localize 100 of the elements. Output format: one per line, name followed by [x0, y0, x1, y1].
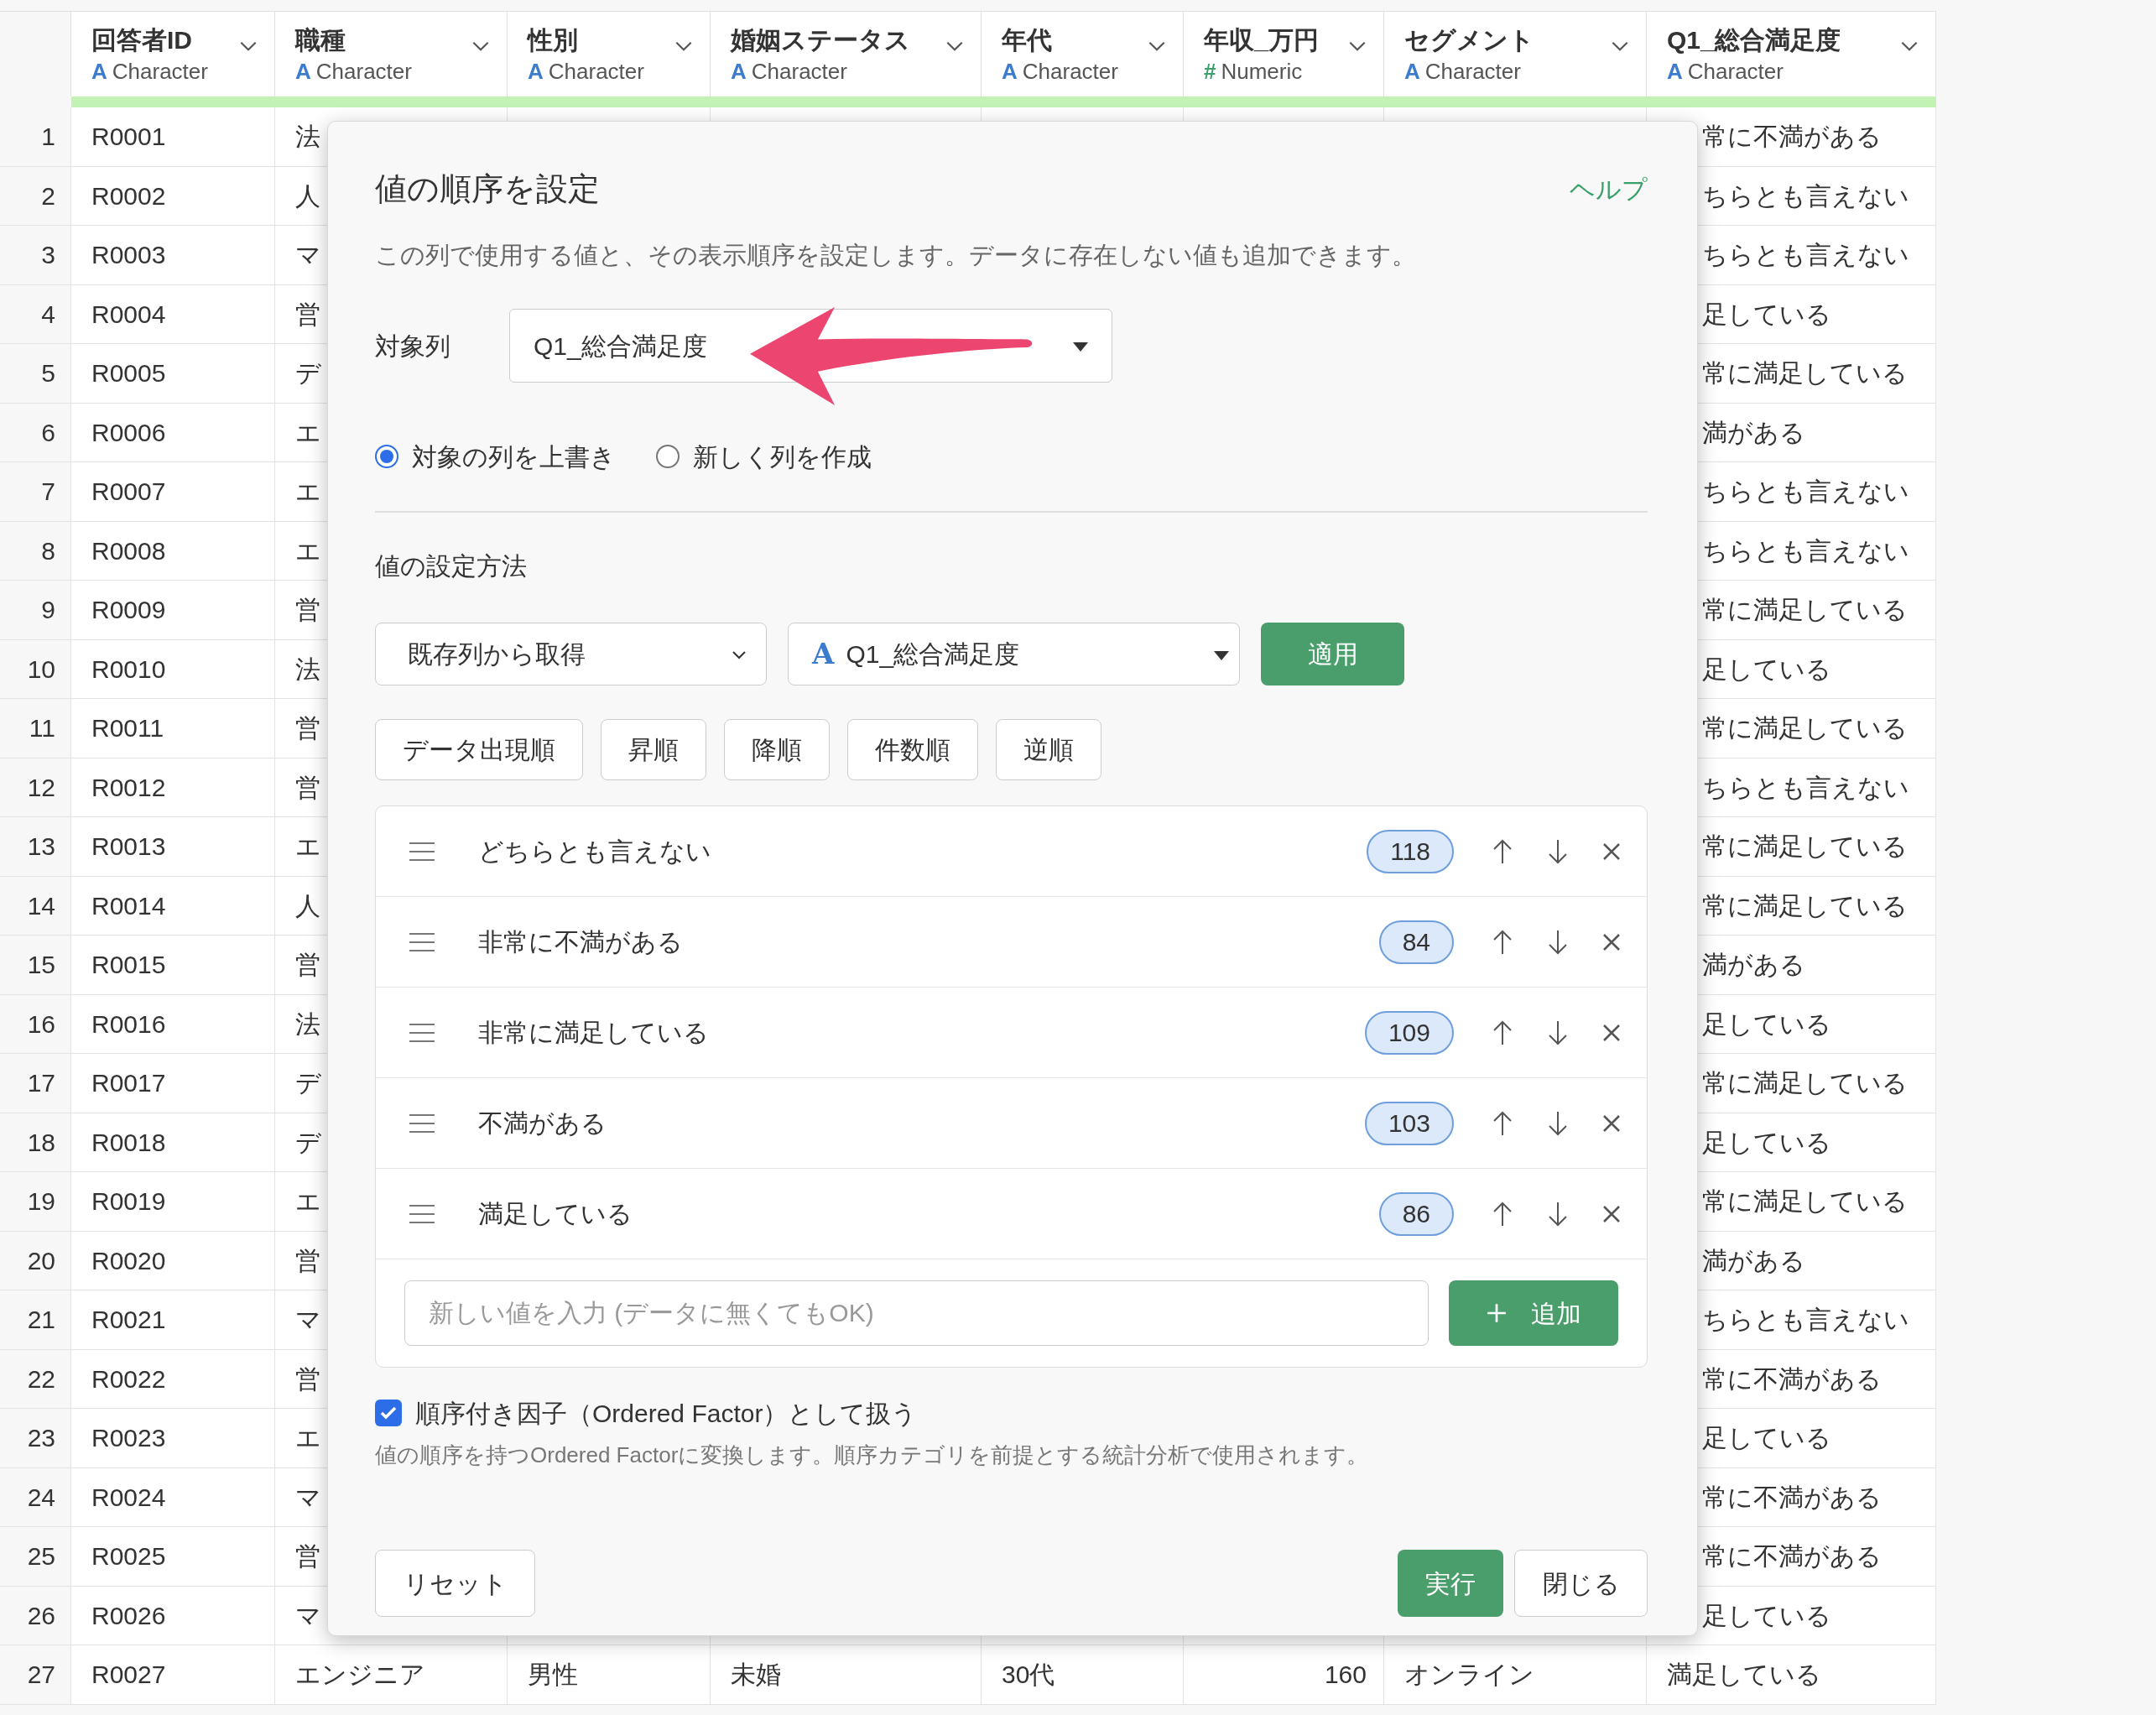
radio-option[interactable]: 新しく列を作成	[656, 437, 872, 476]
table-cell-text: 常に不満がある	[1702, 122, 1882, 153]
table-cell-text: R0019	[91, 1186, 166, 1217]
row-number: 11	[0, 699, 71, 758]
drag-handle-icon[interactable]	[409, 1203, 435, 1224]
column-header[interactable]: 年収_万円 # Numeric	[1184, 12, 1384, 96]
sort-button[interactable]: データ出現順	[375, 719, 583, 780]
table-cell-text: R0005	[91, 358, 166, 389]
row-number: 3	[0, 226, 71, 284]
drag-handle-icon[interactable]	[409, 931, 435, 952]
column-type: Character	[1687, 58, 1784, 86]
table-cell-text: ちらとも言えない	[1702, 772, 1909, 803]
value-row[interactable]: 満足している 86	[376, 1169, 1647, 1259]
table-cell-text: ちらとも言えない	[1702, 477, 1909, 508]
sort-button[interactable]: 逆順	[996, 719, 1101, 780]
column-header[interactable]: 年代 A Character	[982, 12, 1184, 96]
value-row[interactable]: 不満がある 103	[376, 1078, 1647, 1169]
row-number: 1	[0, 107, 71, 166]
value-row[interactable]: 非常に不満がある 84	[376, 897, 1647, 988]
value-label: 非常に満足している	[478, 1018, 710, 1048]
radio-option[interactable]: 対象の列を上書き	[375, 437, 616, 476]
arrow-down-icon[interactable]	[1548, 1110, 1568, 1136]
table-cell-text: 営	[295, 595, 320, 626]
row-number: 7	[0, 462, 71, 521]
table-cell-text: ちらとも言えない	[1702, 180, 1909, 211]
drag-handle-icon[interactable]	[409, 841, 435, 862]
column-header[interactable]: 回答者ID A Character	[71, 12, 275, 96]
row-number: 2	[0, 166, 71, 225]
checkbox[interactable]	[375, 1400, 402, 1426]
type-icon: A	[731, 57, 747, 86]
row-number: 21	[0, 1290, 71, 1349]
new-value-field[interactable]: 新しい値を入力 (データに無くてもOK)	[404, 1280, 1430, 1346]
table-cell-text: R0025	[91, 1541, 166, 1572]
close-icon[interactable]	[1601, 1022, 1622, 1043]
type-icon: A	[1667, 57, 1683, 86]
drag-handle-icon[interactable]	[409, 1113, 435, 1134]
sort-button[interactable]: 件数順	[847, 719, 978, 780]
table-cell-text: マ	[295, 1305, 321, 1336]
table-cell-text: R0009	[91, 595, 166, 626]
table-cell-text: 常に満足している	[1702, 831, 1908, 863]
close-icon[interactable]	[1601, 1113, 1622, 1134]
target-column-label: 対象列	[375, 331, 451, 362]
count-badge: 118	[1367, 829, 1454, 873]
table-cell-text: 営	[295, 1541, 320, 1572]
table-cell-text: デ	[295, 1068, 321, 1099]
radio-button[interactable]	[656, 445, 680, 468]
row-number: 10	[0, 639, 71, 698]
arrow-up-icon[interactable]	[1492, 1110, 1513, 1136]
column-header[interactable]: Q1_総合満足度 A Character	[1647, 12, 1936, 96]
column-name: 年収_万円	[1204, 25, 1319, 55]
table-cell-text: 常に不満がある	[1702, 1363, 1882, 1394]
table-cell-text: R0007	[91, 477, 166, 508]
table-cell-text: エ	[295, 1423, 321, 1454]
arrow-up-icon[interactable]	[1492, 1201, 1513, 1227]
close-icon[interactable]	[1601, 1203, 1622, 1224]
table-cell-text: 人	[295, 890, 320, 921]
column-header[interactable]: セグメント A Character	[1384, 12, 1647, 96]
type-icon: #	[1204, 57, 1216, 86]
source-column-select[interactable]: A Q1_総合満足度	[788, 623, 1240, 685]
table-cell-text: エ	[295, 831, 321, 863]
row-number: 6	[0, 403, 71, 461]
table-cell-text: R0020	[91, 1245, 166, 1276]
close-icon[interactable]	[1601, 931, 1622, 952]
arrow-down-icon[interactable]	[1548, 929, 1568, 955]
type-icon: A	[528, 57, 544, 86]
table-cell-text: マ	[295, 240, 321, 271]
arrow-up-icon[interactable]	[1492, 929, 1513, 955]
value-label: 満足している	[478, 1199, 633, 1229]
arrow-up-icon[interactable]	[1492, 838, 1513, 864]
table-cell-text: エ	[295, 417, 321, 448]
drag-handle-icon[interactable]	[409, 1022, 435, 1043]
row-number: 4	[0, 284, 71, 343]
row-number: 17	[0, 1054, 71, 1113]
type-icon: A	[91, 57, 107, 86]
close-icon[interactable]	[1601, 841, 1622, 862]
row-number: 27	[0, 1645, 71, 1704]
table-cell-text: 足している	[1702, 654, 1831, 685]
table-cell-text: 人	[295, 180, 320, 211]
column-type: Character	[1424, 58, 1521, 86]
arrow-down-icon[interactable]	[1548, 1201, 1568, 1227]
sort-button[interactable]: 降順	[724, 719, 830, 780]
column-header[interactable]: 職種 A Character	[275, 12, 508, 96]
table-cell-text: 営	[295, 950, 320, 981]
sort-button[interactable]: 昇順	[601, 719, 706, 780]
method-select[interactable]: 既存列から取得	[375, 623, 767, 685]
table-cell-text: R0023	[91, 1423, 166, 1454]
value-row[interactable]: どちらとも言えない 118	[376, 806, 1647, 897]
table-cell-text: 常に不満がある	[1702, 1541, 1882, 1572]
type-icon: A	[1002, 57, 1018, 86]
column-header[interactable]: 婚姻ステータス A Character	[711, 12, 982, 96]
close-button[interactable]: 閉じる	[1514, 1550, 1648, 1617]
row-number: 19	[0, 1172, 71, 1231]
arrow-down-icon[interactable]	[1548, 838, 1568, 864]
value-row[interactable]: 非常に満足している 109	[376, 988, 1647, 1078]
reset-button[interactable]: リセット	[375, 1550, 535, 1617]
radio-button[interactable]	[375, 445, 398, 468]
table-cell-text: R0024	[91, 1482, 166, 1513]
column-header[interactable]: 性別 A Character	[508, 12, 711, 96]
arrow-down-icon[interactable]	[1548, 1019, 1568, 1045]
arrow-up-icon[interactable]	[1492, 1019, 1513, 1045]
